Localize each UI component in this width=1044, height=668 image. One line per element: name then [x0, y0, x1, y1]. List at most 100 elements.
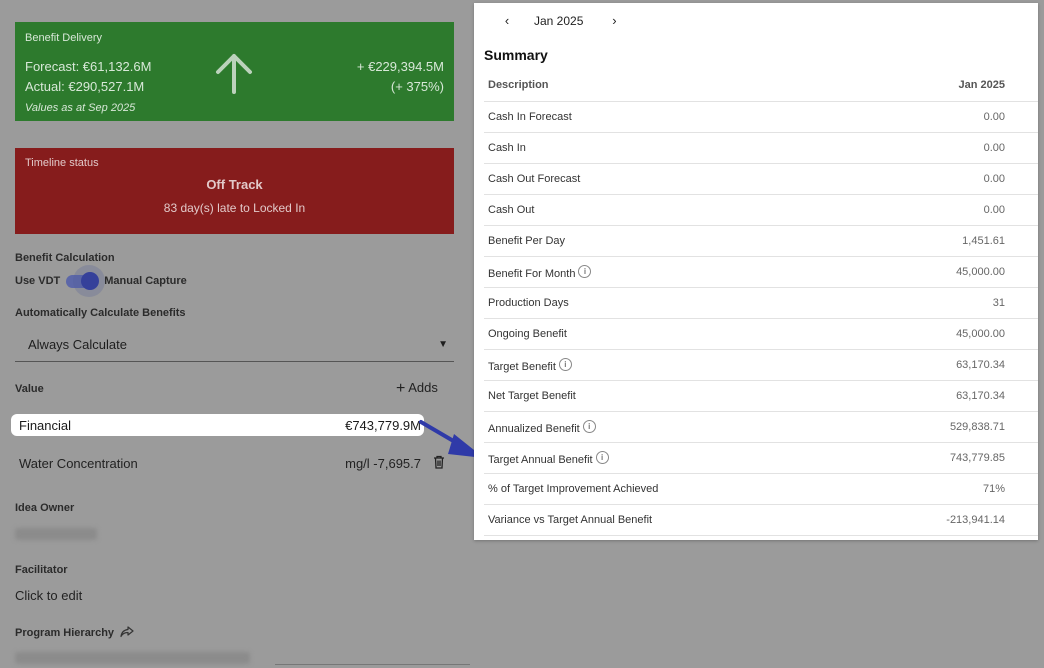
row-description: Cash Out [488, 204, 535, 216]
add-value-button[interactable]: + Adds [396, 380, 438, 398]
row-description-cell: Benefit Per Day [484, 225, 842, 257]
row-description: Ongoing Benefit [488, 328, 567, 340]
table-row: Production Days 31 [484, 287, 1038, 319]
summary-panel: ‹ Jan 2025 › Summary Description Jan 202… [474, 3, 1038, 540]
timeline-status-value: Off Track [206, 177, 263, 192]
current-month: Jan 2025 [534, 13, 584, 28]
row-value: 45,000.00 [841, 256, 1038, 288]
info-icon[interactable]: i [582, 419, 596, 433]
row-description-cell: Cash Out [484, 194, 842, 226]
row-value: 743,779.85 [841, 442, 1038, 474]
row-description-cell: Cash In [484, 132, 842, 164]
row-description-cell: Net Target Benefit [484, 380, 842, 412]
benefit-delivery-card: Benefit Delivery Forecast: €61,132.6M Ac… [15, 22, 454, 121]
table-row: Benefit For Month i 45,000.00 [484, 256, 1038, 288]
value-row-financial[interactable]: Financial €743,779.9M [11, 414, 424, 436]
summary-table: Description Jan 2025 Cash In Forecast 0.0… [484, 69, 1038, 536]
row-description-cell: Benefit For Month i [484, 256, 842, 288]
value-row-name: Financial [19, 418, 72, 433]
row-value: 0.00 [841, 194, 1038, 226]
row-value: 0.00 [841, 163, 1038, 195]
row-description: Target Benefit [488, 360, 556, 373]
column-header-description: Description [484, 69, 842, 102]
facilitator-edit[interactable]: Click to edit [15, 588, 82, 603]
row-description-cell: Annualized Benefit i [484, 411, 842, 443]
auto-calculate-select[interactable]: Always Calculate ▼ [15, 330, 454, 362]
benefit-calculation-label: Benefit Calculation [15, 252, 115, 264]
benefit-detail-panel: Benefit Delivery Forecast: €61,132.6M Ac… [0, 0, 470, 668]
row-value: 0.00 [841, 132, 1038, 164]
dropdown-caret-icon: ▼ [438, 339, 448, 350]
table-row: % of Target Improvement Achieved 71% [484, 473, 1038, 505]
calculation-mode-row: Use VDT Manual Capture [15, 265, 187, 297]
info-icon[interactable]: i [578, 264, 592, 278]
table-row: Annualized Benefit i 529,838.71 [484, 411, 1038, 443]
row-value: 71% [841, 473, 1038, 505]
chevron-right-icon[interactable]: › [607, 13, 621, 28]
actual-value: Actual: €290,527.1M [25, 79, 145, 94]
row-value: 45,000.00 [841, 318, 1038, 350]
row-value: 63,170.34 [841, 380, 1038, 412]
row-value: 63,170.34 [841, 349, 1038, 381]
chevron-left-icon[interactable]: ‹ [500, 13, 514, 28]
table-row: Cash In 0.00 [484, 132, 1038, 164]
table-row: Benefit Per Day 1,451.61 [484, 225, 1038, 257]
forecast-value: Forecast: €61,132.6M [25, 59, 152, 74]
row-description: Variance vs Target Annual Benefit [488, 514, 653, 526]
table-row: Target Annual Benefit i 743,779.85 [484, 442, 1038, 474]
table-row: Cash Out 0.00 [484, 194, 1038, 226]
plus-icon: + [396, 380, 406, 397]
row-description: Cash In Forecast [488, 111, 572, 123]
value-row-name: Water Concentration [19, 456, 138, 471]
divider [275, 664, 470, 665]
facilitator-label: Facilitator [15, 564, 68, 576]
program-hierarchy-redacted [15, 652, 250, 664]
table-row: Net Target Benefit 63,170.34 [484, 380, 1038, 412]
timeline-status-detail: 83 day(s) late to Locked In [163, 201, 306, 215]
row-description-cell: Target Benefit i [484, 349, 842, 381]
row-description: Net Target Benefit [488, 390, 576, 402]
timeline-status-card: Timeline status Off Track 83 day(s) late… [15, 148, 454, 234]
row-description: Cash Out Forecast [488, 173, 581, 185]
value-row-water-concentration[interactable]: Water Concentration mg/l -7,695.7 [19, 455, 449, 471]
row-description: Benefit Per Day [488, 235, 566, 247]
share-icon[interactable] [120, 626, 134, 641]
auto-calculate-value: Always Calculate [28, 337, 127, 352]
program-hierarchy-label: Program Hierarchy [15, 626, 134, 641]
values-as-of: Values as at Sep 2025 [25, 102, 136, 114]
row-description: Annualized Benefit [488, 422, 580, 435]
value-row-amount: mg/l -7,695.7 [345, 456, 421, 471]
value-label: Value [15, 383, 44, 395]
row-value: 0.00 [841, 101, 1038, 133]
row-description: Production Days [488, 297, 569, 309]
idea-owner-label: Idea Owner [15, 502, 75, 514]
row-description-cell: Cash In Forecast [484, 101, 842, 133]
table-row: Cash In Forecast 0.00 [484, 101, 1038, 133]
row-description: Target Annual Benefit [488, 453, 593, 466]
calculation-mode-toggle[interactable] [64, 265, 106, 297]
arrow-up-icon [213, 52, 255, 101]
row-description-cell: Cash Out Forecast [484, 163, 842, 195]
benefit-delta-percent: (+ 375%) [390, 79, 444, 94]
info-icon[interactable]: i [595, 450, 609, 464]
row-description: Benefit For Month [488, 267, 576, 280]
auto-calculate-label: Automatically Calculate Benefits [15, 307, 186, 319]
table-row: Cash Out Forecast 0.00 [484, 163, 1038, 195]
row-value: 1,451.61 [841, 225, 1038, 257]
add-value-label: Adds [408, 380, 438, 395]
row-value: -213,941.14 [841, 504, 1038, 536]
row-description-cell: Variance vs Target Annual Benefit [484, 504, 842, 536]
benefit-delivery-title: Benefit Delivery [25, 32, 103, 44]
month-navigator: ‹ Jan 2025 › [500, 13, 621, 28]
summary-title: Summary [484, 47, 548, 63]
row-description-cell: % of Target Improvement Achieved [484, 473, 842, 505]
program-hierarchy-text: Program Hierarchy [15, 627, 115, 639]
value-row-amount: €743,779.9M [345, 418, 421, 433]
row-description-cell: Production Days [484, 287, 842, 319]
table-row: Variance vs Target Annual Benefit -213,94… [484, 504, 1038, 536]
row-description-cell: Ongoing Benefit [484, 318, 842, 350]
info-icon[interactable]: i [558, 357, 572, 371]
row-value: 31 [841, 287, 1038, 319]
table-row: Target Benefit i 63,170.34 [484, 349, 1038, 381]
timeline-status-title: Timeline status [25, 157, 99, 169]
